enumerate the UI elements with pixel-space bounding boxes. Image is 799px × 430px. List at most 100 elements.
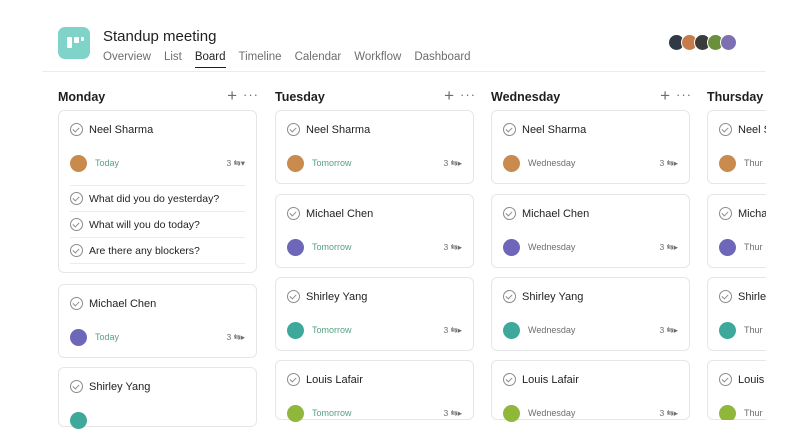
complete-checkbox-icon[interactable]: [503, 207, 516, 220]
complete-checkbox-icon[interactable]: [719, 123, 732, 136]
tab-overview[interactable]: Overview: [103, 51, 151, 68]
task-card[interactable]: Michael Chen Tomorrow 3 ⇆▸: [275, 194, 474, 268]
task-card[interactable]: Shirley Yang Tomorrow 3 ⇆▸: [275, 277, 474, 351]
tab-workflow[interactable]: Workflow: [354, 51, 401, 68]
task-card[interactable]: Louis Lafair Wednesday 3 ⇆▸: [491, 360, 690, 422]
assignee-avatar[interactable]: [503, 322, 520, 339]
subtask-toggle[interactable]: 3 ⇆▸: [660, 158, 678, 169]
assignee-avatar[interactable]: [287, 322, 304, 339]
complete-checkbox-icon[interactable]: [287, 290, 300, 303]
subtask-toggle[interactable]: 3 ⇆▸: [444, 408, 462, 419]
project-members[interactable]: [668, 34, 737, 51]
column-more-button[interactable]: ···: [243, 87, 259, 102]
due-date[interactable]: Today: [95, 158, 119, 168]
complete-checkbox-icon[interactable]: [287, 207, 300, 220]
complete-checkbox-icon[interactable]: [719, 373, 732, 386]
task-name[interactable]: Louis Lafair: [306, 374, 363, 386]
due-date[interactable]: Wednesday: [528, 325, 575, 335]
task-name[interactable]: Michael Chen: [89, 298, 156, 310]
due-date[interactable]: Tomorrow: [312, 242, 352, 252]
due-date[interactable]: Tomorrow: [312, 325, 352, 335]
task-card[interactable]: Neel Sharma Today 3 ⇆▾ What did you do yest…: [58, 110, 257, 273]
complete-checkbox-icon[interactable]: [503, 123, 516, 136]
task-name[interactable]: Neel Sharma: [522, 124, 586, 136]
assignee-avatar[interactable]: [503, 405, 520, 422]
task-name[interactable]: Neel Sharma: [89, 124, 153, 136]
tab-dashboard[interactable]: Dashboard: [414, 51, 470, 68]
subtask-toggle[interactable]: 3 ⇆▸: [444, 242, 462, 253]
assignee-avatar[interactable]: [70, 329, 87, 346]
task-card[interactable]: Shirle Thur: [707, 277, 766, 351]
task-name[interactable]: Michael Chen: [306, 208, 373, 220]
task-name[interactable]: Neel Sharma: [306, 124, 370, 136]
subtask-toggle[interactable]: 3 ⇆▸: [227, 332, 245, 343]
complete-checkbox-icon[interactable]: [70, 380, 83, 393]
add-task-button[interactable]: +: [227, 86, 237, 106]
subtask-checkbox-icon[interactable]: [70, 218, 83, 231]
due-date[interactable]: Tomorrow: [312, 158, 352, 168]
task-card[interactable]: Neel Sharma Wednesday 3 ⇆▸: [491, 110, 690, 184]
task-name[interactable]: Shirley Yang: [522, 291, 583, 303]
subtask-toggle[interactable]: 3 ⇆▸: [660, 325, 678, 336]
subtask-toggle[interactable]: 3 ⇆▸: [444, 325, 462, 336]
task-card[interactable]: Micha Thur: [707, 194, 766, 268]
task-name[interactable]: Louis Lafair: [522, 374, 579, 386]
subtask-row[interactable]: What did you do yesterday?: [70, 185, 245, 211]
tab-timeline[interactable]: Timeline: [239, 51, 282, 68]
subtask-toggle[interactable]: 3 ⇆▸: [444, 158, 462, 169]
due-date[interactable]: Thur: [744, 325, 763, 335]
task-card[interactable]: Louis Thur: [707, 360, 766, 420]
assignee-avatar[interactable]: [503, 239, 520, 256]
due-date[interactable]: Wednesday: [528, 158, 575, 168]
assignee-avatar[interactable]: [287, 155, 304, 172]
task-card[interactable]: Shirley Yang Wednesday 3 ⇆▸: [491, 277, 690, 351]
assignee-avatar[interactable]: [70, 412, 87, 429]
complete-checkbox-icon[interactable]: [503, 290, 516, 303]
add-task-button[interactable]: +: [660, 86, 670, 106]
task-card[interactable]: Neel Sharma Tomorrow 3 ⇆▸: [275, 110, 474, 184]
tab-list[interactable]: List: [164, 51, 182, 68]
task-name[interactable]: Shirley Yang: [89, 381, 150, 393]
subtask-checkbox-icon[interactable]: [70, 244, 83, 257]
complete-checkbox-icon[interactable]: [503, 373, 516, 386]
complete-checkbox-icon[interactable]: [287, 123, 300, 136]
assignee-avatar[interactable]: [719, 322, 736, 339]
subtask-toggle[interactable]: 3 ⇆▸: [660, 408, 678, 419]
task-card[interactable]: Michael Chen Wednesday 3 ⇆▸: [491, 194, 690, 268]
assignee-avatar[interactable]: [70, 155, 87, 172]
due-date[interactable]: Today: [95, 332, 119, 342]
task-card[interactable]: Michael Chen Today 3 ⇆▸: [58, 284, 257, 358]
assignee-avatar[interactable]: [719, 155, 736, 172]
task-name[interactable]: Neel S: [738, 124, 766, 136]
subtask-toggle[interactable]: 3 ⇆▾: [227, 158, 245, 169]
task-card[interactable]: Neel S Thur: [707, 110, 766, 184]
assignee-avatar[interactable]: [719, 239, 736, 256]
tab-board[interactable]: Board: [194, 51, 226, 68]
subtask-toggle[interactable]: 3 ⇆▸: [660, 242, 678, 253]
assignee-avatar[interactable]: [287, 239, 304, 256]
complete-checkbox-icon[interactable]: [719, 290, 732, 303]
complete-checkbox-icon[interactable]: [70, 123, 83, 136]
due-date[interactable]: Thur: [744, 408, 763, 418]
subtask-checkbox-icon[interactable]: [70, 192, 83, 205]
assignee-avatar[interactable]: [719, 405, 736, 420]
task-name[interactable]: Micha: [738, 208, 766, 220]
task-name[interactable]: Michael Chen: [522, 208, 589, 220]
complete-checkbox-icon[interactable]: [719, 207, 732, 220]
task-name[interactable]: Shirley Yang: [306, 291, 367, 303]
due-date[interactable]: Wednesday: [528, 242, 575, 252]
task-card[interactable]: Shirley Yang: [58, 367, 257, 429]
due-date[interactable]: Tomorrow: [312, 408, 352, 418]
complete-checkbox-icon[interactable]: [70, 297, 83, 310]
assignee-avatar[interactable]: [287, 405, 304, 422]
due-date[interactable]: Thur: [744, 242, 763, 252]
tab-calendar[interactable]: Calendar: [295, 51, 342, 68]
add-task-button[interactable]: +: [444, 86, 454, 106]
due-date[interactable]: Thur: [744, 158, 763, 168]
subtask-row[interactable]: Are there any blockers?: [70, 237, 245, 264]
subtask-row[interactable]: What will you do today?: [70, 211, 245, 237]
column-more-button[interactable]: ···: [676, 87, 692, 102]
due-date[interactable]: Wednesday: [528, 408, 575, 418]
assignee-avatar[interactable]: [503, 155, 520, 172]
task-card[interactable]: Louis Lafair Tomorrow 3 ⇆▸: [275, 360, 474, 422]
